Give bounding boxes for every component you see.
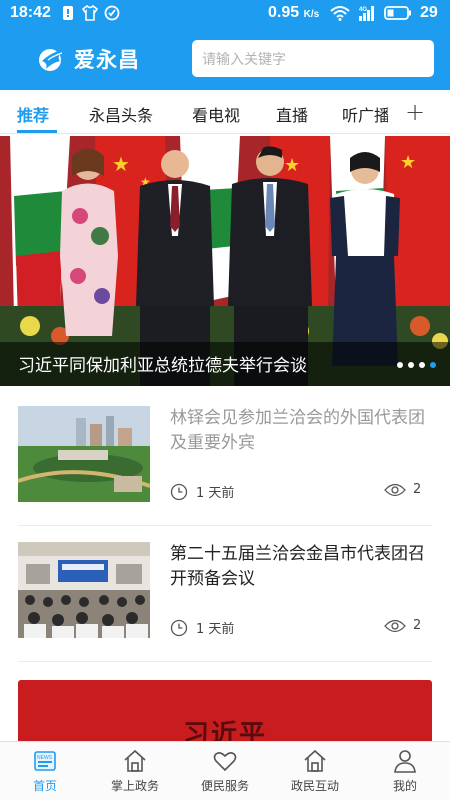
carousel-dot[interactable] [408,362,414,368]
news-views: 2 [413,618,422,633]
add-tab-button[interactable]: + [405,98,425,126]
app-name: 爱永昌 [74,48,140,72]
promo-banner[interactable]: 习近平 [18,680,432,750]
house-icon [304,749,326,772]
nav-home[interactable]: NEWS 首页 [0,748,90,794]
eye-icon [384,483,406,496]
battery-level: 29 [420,4,438,21]
status-bar: 18:42 0.95 K/s 4G 29 [0,0,450,28]
tab-radio[interactable]: 听广播 [342,102,388,126]
news-thumbnail [18,542,150,638]
news-list-item[interactable]: 第二十五届兰洽会金昌市代表团召开预备会议 1 天前 2 [18,542,432,662]
house-icon [124,749,146,772]
active-tab-indicator [17,130,57,133]
search-placeholder: 请输入关键字 [202,52,286,68]
news-list-item[interactable]: 林铎会见参加兰洽会的外国代表团及重要外宾 1 天前 2 [18,406,432,526]
news-time: 1 天前 [196,486,235,501]
news-thumbnail [18,406,150,502]
news-title: 林铎会见参加兰洽会的外国代表团及重要外宾 [170,408,425,453]
heart-icon [213,752,237,772]
tab-live[interactable]: 直播 [276,102,308,126]
network-type: 4G [359,7,367,13]
bird-logo-icon [39,49,64,71]
svg-text:★: ★ [400,152,416,173]
battery-icon [384,6,411,20]
svg-text:★: ★ [284,155,300,176]
nav-label: 我的 [392,779,417,793]
network-speed-unit: K/s [303,9,320,20]
app-header: 爱永昌 请输入关键字 [0,28,450,90]
banner-caption: 习近平同保加利亚总统拉德夫举行会谈 [18,356,307,376]
nav-public-services[interactable]: 便民服务 [180,748,270,794]
status-time: 18:42 [10,4,51,21]
category-tabs: 推荐 永昌头条 看电视 直播 听广播 + [0,90,450,134]
bottom-navigation: NEWS 首页 掌上政务 便民服务 政民互动 我的 [0,741,450,800]
carousel-dot[interactable] [419,362,425,368]
search-input[interactable]: 请输入关键字 [192,40,434,77]
tab-yongchang-headlines[interactable]: 永昌头条 [89,102,153,126]
tshirt-icon [82,5,98,21]
check-circle-icon [104,5,120,21]
nav-label: 便民服务 [200,779,249,793]
network-speed: 0.95 [268,4,300,21]
nav-label: 掌上政务 [110,779,159,793]
news-title: 第二十五届兰洽会金昌市代表团召开预备会议 [170,544,425,589]
clock-icon [170,619,188,636]
home-news-icon: NEWS [34,751,56,771]
eye-icon [384,619,406,632]
news-time: 1 天前 [196,622,235,637]
tab-recommend[interactable]: 推荐 [17,102,49,126]
nav-citizen-interaction[interactable]: 政民互动 [270,748,360,794]
nav-mobile-government[interactable]: 掌上政务 [90,748,180,794]
city-aerial-image [18,406,150,502]
news-views: 2 [413,482,422,497]
tab-watch-tv[interactable]: 看电视 [192,102,240,126]
svg-text:★: ★ [112,152,130,176]
svg-text:NEWS: NEWS [37,755,53,761]
carousel-dot[interactable] [397,362,403,368]
wifi-icon [330,6,350,21]
meeting-hall-image [18,542,150,638]
clock-icon [170,483,188,500]
carousel-dot-active[interactable] [430,362,436,368]
nav-label: 政民互动 [290,779,339,793]
nav-label: 首页 [32,779,57,793]
carousel-dots [397,362,436,368]
app-logo: 爱永昌 [38,44,140,74]
banner-caption-bar: 习近平同保加利亚总统拉德夫举行会谈 [0,342,450,386]
person-icon [394,750,416,773]
signal-icon: 4G [359,6,374,21]
nav-my-profile[interactable]: 我的 [360,748,450,794]
sim-alert-icon [63,6,73,20]
